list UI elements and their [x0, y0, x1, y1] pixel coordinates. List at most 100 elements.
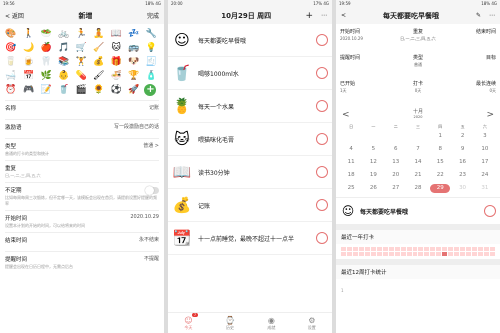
task-row[interactable]: ☺ 每天都要吃早餐哦: [168, 24, 332, 57]
form-row[interactable]: 激励语 写一段激励自己的话: [5, 119, 159, 138]
habit-icon-option[interactable]: 🚀: [127, 84, 141, 96]
calendar-day[interactable]: 30: [451, 182, 473, 195]
field-value[interactable]: 永不结束: [139, 236, 159, 243]
irregular-toggle[interactable]: [145, 186, 159, 195]
calendar-day[interactable]: 3: [474, 130, 496, 143]
habit-icon-option[interactable]: 🏆: [127, 70, 141, 82]
habit-icon-option[interactable]: 🥗: [39, 28, 53, 40]
form-row[interactable]: 不定期 比如每周每周三次锻炼，但不定哪一天，该模板会出现在首页，请提前设置好提醒的…: [5, 182, 159, 210]
tab-history[interactable]: ⌚ 历史: [225, 316, 235, 331]
calendar-day[interactable]: 27: [385, 182, 407, 195]
habit-icon-option[interactable]: 🎁: [109, 56, 123, 68]
calendar-day[interactable]: 26: [362, 182, 384, 195]
habit-icon-option[interactable]: 🐱: [109, 42, 123, 54]
habit-icon-option[interactable]: 🧹: [92, 42, 106, 54]
calendar-day[interactable]: 22: [429, 169, 451, 182]
field-value[interactable]: 写一段激励自己的话: [114, 123, 159, 130]
habit-icon-option[interactable]: 📅: [22, 70, 36, 82]
habit-icon-option[interactable]: 📝: [39, 84, 53, 96]
add-icon-button[interactable]: +: [144, 84, 157, 96]
habit-icon-option[interactable]: ⚽: [109, 84, 123, 96]
edit-icon[interactable]: ✎: [476, 12, 481, 19]
habit-icon-option[interactable]: 🏃: [74, 28, 88, 40]
form-row[interactable]: 类型 普通 > 普通的打卡的类型和统计: [5, 138, 159, 160]
checkin-circle[interactable]: [316, 232, 328, 244]
more-icon[interactable]: ⋯: [489, 12, 495, 19]
habit-icon-option[interactable]: 🍺: [22, 56, 36, 68]
done-button[interactable]: 完成: [147, 11, 159, 20]
calendar-day[interactable]: 18: [340, 169, 362, 182]
prev-month-icon[interactable]: <: [342, 110, 350, 120]
habit-icon-option[interactable]: 🚲: [57, 28, 71, 40]
calendar-day-today[interactable]: 29: [430, 184, 451, 193]
habit-icon-option[interactable]: 🚶: [22, 28, 36, 40]
habit-icon-option[interactable]: 🥤: [57, 84, 71, 96]
task-row[interactable]: 🍍 每天一个水果: [168, 90, 332, 123]
habit-icon-option[interactable]: 💰: [92, 56, 106, 68]
calendar-day[interactable]: 8: [429, 143, 451, 156]
checkin-circle[interactable]: [316, 133, 328, 145]
calendar-day[interactable]: 2: [451, 130, 473, 143]
calendar-day[interactable]: 17: [474, 156, 496, 169]
habit-icon-option[interactable]: 🛁: [4, 70, 18, 82]
form-row[interactable]: 名称 记账: [5, 100, 159, 119]
calendar-day[interactable]: 6: [385, 143, 407, 156]
calendar-day[interactable]: 21: [407, 169, 429, 182]
field-value[interactable]: 2020.10.29: [130, 214, 159, 220]
field-value[interactable]: 普通 >: [143, 142, 159, 149]
tab-settings[interactable]: ⚙ 设置: [308, 316, 316, 331]
add-icon[interactable]: +: [305, 11, 313, 21]
calendar-day[interactable]: 1: [429, 130, 451, 143]
checkin-circle[interactable]: [484, 205, 496, 217]
habit-icon-option[interactable]: 👶: [57, 70, 71, 82]
habit-icon-option[interactable]: 🌿: [39, 70, 53, 82]
habit-icon-option[interactable]: 🚌: [127, 42, 141, 54]
task-row[interactable]: 🥤 喝够1000ml水: [168, 57, 332, 90]
calendar-day[interactable]: 16: [451, 156, 473, 169]
habit-icon-option[interactable]: 🔧: [144, 28, 158, 40]
habit-icon-option[interactable]: 💤: [127, 28, 141, 40]
field-value[interactable]: 不提醒: [144, 255, 159, 262]
tab-achievements[interactable]: ◉ 成就: [267, 316, 275, 331]
habit-icon-option[interactable]: ⏰: [4, 84, 18, 96]
next-month-icon[interactable]: >: [486, 110, 494, 120]
task-row[interactable]: 📆 十一点前睡觉，最晚不超过十一点半: [168, 222, 332, 255]
habit-icon-option[interactable]: 🍎: [39, 42, 53, 54]
habit-icon-option[interactable]: 💊: [74, 70, 88, 82]
checkin-circle[interactable]: [316, 67, 328, 79]
tab-today[interactable]: ☺ 今天 7: [184, 312, 198, 331]
habit-icon-option[interactable]: 🎵: [57, 42, 71, 54]
habit-icon-option[interactable]: 📚: [57, 56, 71, 68]
habit-icon-option[interactable]: 🖌: [92, 70, 106, 82]
task-row[interactable]: 🐱 喂猫咪化毛膏: [168, 123, 332, 156]
habit-icon-option[interactable]: 🎬: [74, 84, 88, 96]
habit-icon-option[interactable]: 🎯: [4, 42, 18, 54]
calendar-day[interactable]: 12: [362, 156, 384, 169]
habit-icon-option[interactable]: 🏋: [74, 56, 88, 68]
calendar-day[interactable]: 19: [362, 169, 384, 182]
habit-icon-option[interactable]: 🧴: [144, 70, 158, 82]
calendar-day[interactable]: 24: [474, 169, 496, 182]
checkin-circle[interactable]: [316, 166, 328, 178]
calendar-day[interactable]: 9: [451, 143, 473, 156]
habit-icon-option[interactable]: 🐶: [127, 56, 141, 68]
form-row[interactable]: 开始时间 2020.10.29 设置本计划的开始的时间，可以给将来的时间: [5, 210, 159, 232]
more-icon[interactable]: ⋯: [321, 12, 327, 19]
habit-icon-option[interactable]: 🌙: [22, 42, 36, 54]
habit-icon-option[interactable]: 💡: [144, 42, 158, 54]
habit-icon-option[interactable]: 🧘: [92, 28, 106, 40]
form-row[interactable]: 结束时间 永不结束: [5, 232, 159, 251]
calendar-day[interactable]: 25: [340, 182, 362, 195]
habit-icon-option[interactable]: 🎮: [22, 84, 36, 96]
task-row[interactable]: 💰 记账: [168, 189, 332, 222]
calendar-day[interactable]: 14: [407, 156, 429, 169]
habit-icon-option[interactable]: 🍜: [109, 70, 123, 82]
habit-icon-option[interactable]: 🌻: [92, 84, 106, 96]
calendar-day[interactable]: 7: [407, 143, 429, 156]
habit-icon-option[interactable]: 🎨: [4, 28, 18, 40]
checkin-circle[interactable]: [316, 100, 328, 112]
calendar-day[interactable]: 28: [407, 182, 429, 195]
habit-icon-option[interactable]: 🥛: [4, 56, 18, 68]
form-row[interactable]: 提醒时间 不提醒 提醒会出现在日历日程中，无需点后台: [5, 251, 159, 273]
form-row[interactable]: 重复 日,一,二,三,四,五,六: [5, 160, 159, 182]
